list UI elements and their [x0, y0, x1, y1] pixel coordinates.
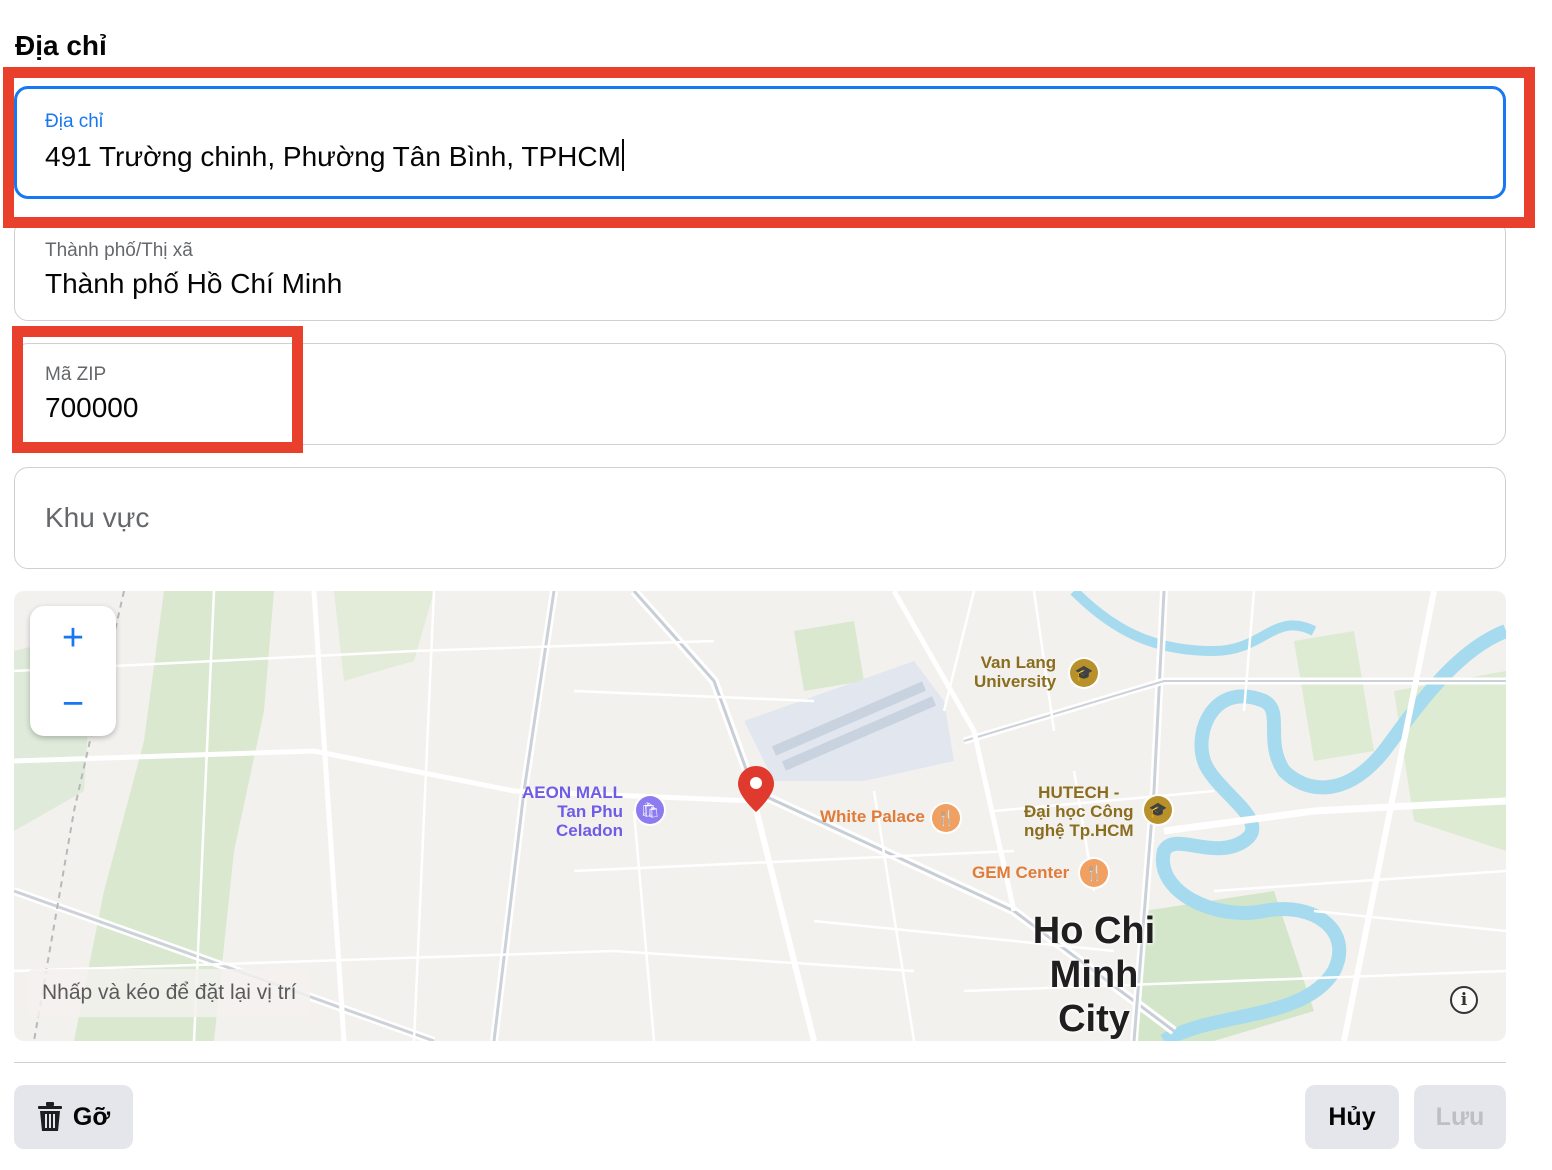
info-icon[interactable]: i [1450, 986, 1478, 1014]
poi-gem-center[interactable]: GEM Center [972, 863, 1069, 882]
address-value-text: 491 Trường chinh, Phường Tân Bình, TPHCM [45, 141, 621, 172]
zoom-control: + − [30, 606, 116, 736]
location-pin-icon[interactable] [738, 766, 774, 812]
poi-label-line: nghệ Tp.HCM [1024, 821, 1134, 840]
school-icon: 🎓 [1144, 796, 1172, 824]
trash-icon [37, 1102, 62, 1131]
poi-aeon-mall[interactable]: AEON MALL Tan Phu Celadon [522, 783, 623, 840]
remove-button-label: Gỡ [72, 1102, 111, 1131]
city-field-value: Thành phố Hồ Chí Minh [45, 268, 343, 299]
poi-label-line: Đại học Công [1024, 802, 1134, 821]
school-icon: 🎓 [1070, 659, 1098, 687]
city-field[interactable]: Thành phố/Thị xã Thành phố Hồ Chí Minh [14, 219, 1506, 321]
zoom-out-button[interactable]: − [30, 672, 116, 736]
divider [14, 1062, 1506, 1063]
poi-label-line: AEON MALL [522, 783, 624, 802]
poi-label-line: Van Lang [980, 653, 1057, 672]
zoom-in-button[interactable]: + [30, 606, 116, 670]
city-label-line: Minh City [1049, 954, 1139, 1040]
section-title: Địa chỉ [15, 30, 107, 61]
poi-label-line: University [974, 672, 1057, 691]
poi-white-palace[interactable]: White Palace [820, 807, 925, 826]
region-field[interactable]: Khu vực [14, 467, 1506, 569]
cancel-button[interactable]: Hủy [1305, 1085, 1399, 1149]
poi-label-line: Tan Phu [557, 802, 624, 821]
region-field-placeholder: Khu vực [45, 502, 150, 533]
city-label: Ho Chi Minh City [1010, 909, 1178, 1041]
restaurant-icon: 🍴 [932, 804, 960, 832]
remove-button[interactable]: Gỡ [14, 1085, 133, 1149]
city-field-label: Thành phố/Thị xã [45, 240, 193, 261]
address-field[interactable]: Địa chỉ 491 Trường chinh, Phường Tân Bìn… [14, 86, 1506, 199]
map-hint: Nhấp và kéo để đặt lại vị trí [28, 969, 311, 1017]
zip-field-value: 700000 [45, 392, 139, 423]
zip-field[interactable]: Mã ZIP 700000 [14, 343, 1506, 445]
city-label-line: Ho Chi [1032, 910, 1156, 952]
poi-label-line: GEM Center [972, 863, 1070, 882]
poi-label-line: HUTECH - [1038, 783, 1120, 802]
map[interactable]: + − Van Lang University 🎓 AEON MALL Tan … [14, 591, 1506, 1041]
poi-van-lang[interactable]: Van Lang University [974, 653, 1056, 691]
poi-hutech[interactable]: HUTECH - Đại học Công nghệ Tp.HCM [1024, 783, 1134, 840]
poi-label-line: Celadon [555, 821, 624, 840]
address-field-value[interactable]: 491 Trường chinh, Phường Tân Bình, TPHCM [45, 139, 624, 173]
poi-label-line: White Palace [820, 807, 925, 826]
shopping-icon: 🛍 [636, 796, 664, 824]
restaurant-icon: 🍴 [1080, 859, 1108, 887]
zip-field-label: Mã ZIP [45, 364, 107, 385]
address-field-label: Địa chỉ [45, 111, 104, 132]
save-button[interactable]: Lưu [1414, 1085, 1506, 1149]
text-caret [621, 139, 624, 171]
